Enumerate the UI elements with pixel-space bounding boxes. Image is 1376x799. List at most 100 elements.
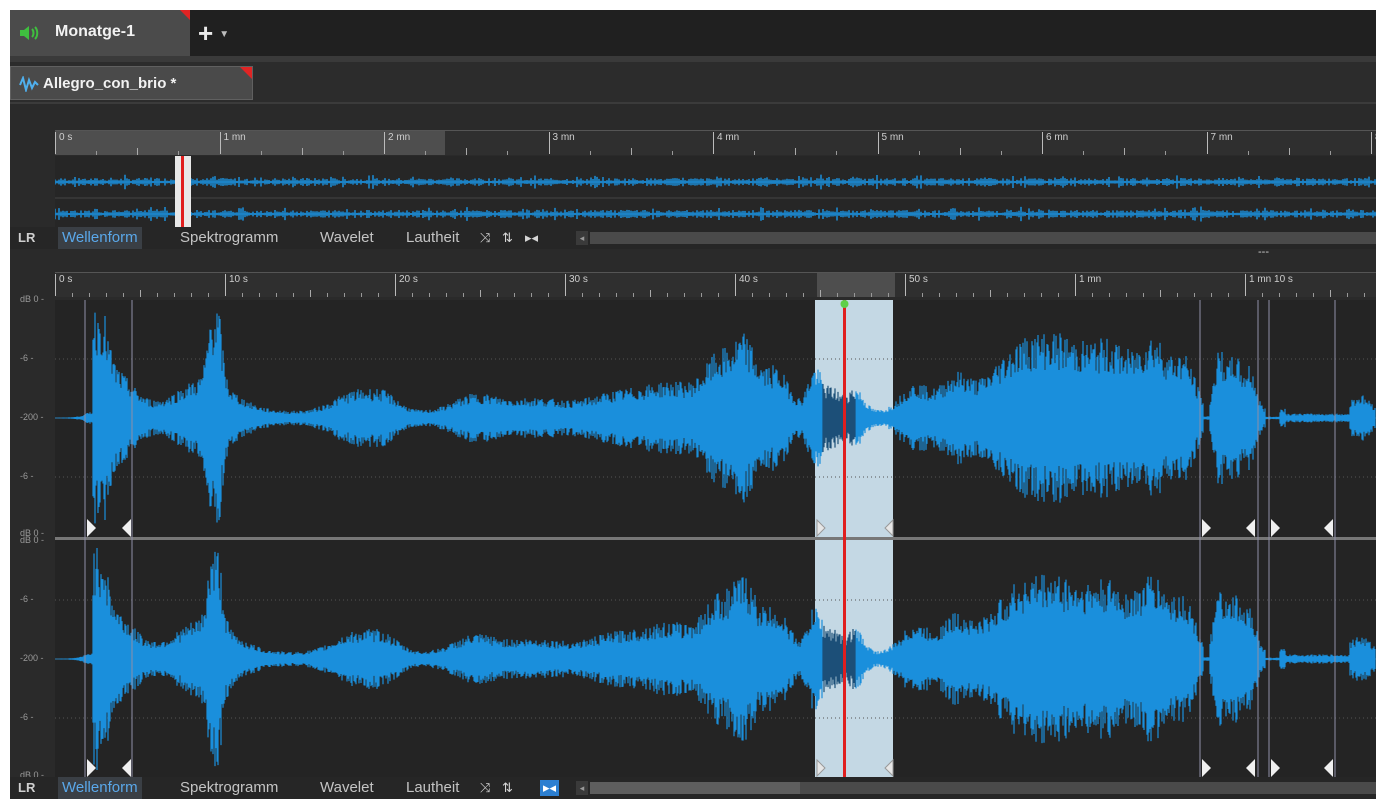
region-marker-handle: [1246, 519, 1255, 537]
ruler-tick: [106, 293, 107, 297]
db-scale-label: -6 -: [20, 353, 34, 363]
tab-wavelet[interactable]: Wavelet: [316, 777, 378, 799]
ruler-tick: [803, 293, 804, 297]
ruler-tick: [1024, 293, 1025, 297]
ruler-tick: [990, 290, 991, 297]
ruler-tick: [1126, 293, 1127, 297]
add-tab-button[interactable]: + ▼: [198, 18, 258, 48]
overview-waveform-graphic: [54, 156, 1376, 228]
region-marker-handle: [122, 519, 131, 537]
ruler-tick: [599, 293, 600, 297]
ruler-tick-label: 7 mn: [1206, 132, 1233, 154]
channel-waveform: [54, 312, 1376, 524]
tab-spektrogramm[interactable]: Spektrogramm: [176, 227, 282, 249]
scroll-left-icon[interactable]: ◂: [576, 231, 588, 245]
ruler-tick: [922, 293, 923, 297]
ruler-tick: [786, 293, 787, 297]
overview-waveform[interactable]: [54, 156, 1376, 228]
ruler-tick: [260, 151, 262, 155]
region-marker-handle: [1246, 759, 1255, 777]
ruler-tick: [630, 148, 632, 155]
speaker-icon: [18, 24, 40, 47]
loop-icon[interactable]: ▸◂: [540, 780, 560, 796]
region-marker-handle: [122, 759, 131, 777]
ruler-tick-label: 50 s: [905, 274, 928, 296]
ruler-tick: [582, 293, 583, 297]
ruler-tick-label: 4 mn: [713, 132, 739, 154]
ruler-tick: [754, 151, 756, 155]
ruler-tick: [361, 293, 362, 297]
overview-channel-wave: [54, 206, 1376, 222]
ruler-tick: [480, 290, 481, 297]
ruler-tick: [140, 290, 141, 297]
db-scale-label: dB 0 -: [20, 535, 45, 545]
file-tab[interactable]: Allegro_con_brio *: [10, 66, 253, 100]
tab-spektrogramm[interactable]: Spektrogramm: [176, 777, 282, 799]
tab-montage[interactable]: Monatge-1: [10, 10, 190, 56]
tab-montage-label: Monatge-1: [55, 23, 135, 40]
tab-lautheit[interactable]: Lautheit: [402, 777, 463, 799]
ruler-tick: [1143, 293, 1144, 297]
region-marker-handle: [1271, 759, 1280, 777]
region-marker-handle: [1324, 519, 1333, 537]
overview-scrollbar[interactable]: [590, 232, 1376, 244]
main-scrollbar-thumb[interactable]: [590, 782, 800, 794]
ruler-tick: [888, 293, 889, 297]
ruler-tick: [854, 293, 855, 297]
ruler-tick: [1247, 151, 1249, 155]
ruler-tick: [514, 293, 515, 297]
tab-wavelet[interactable]: Wavelet: [316, 227, 378, 249]
channel-waveform: [54, 547, 1376, 771]
ruler-tick: [1329, 151, 1331, 155]
ruler-tick: [752, 293, 753, 297]
ruler-tick: [548, 293, 549, 297]
ruler-tick: [378, 293, 379, 297]
ruler-tick: [589, 151, 591, 155]
ruler-tick: [1347, 293, 1348, 297]
ruler-tick: [531, 293, 532, 297]
ruler-tick: [1262, 293, 1263, 297]
ruler-tick: [96, 151, 98, 155]
loop-icon[interactable]: ▸◂: [525, 230, 538, 246]
check-icon[interactable]: ⤨: [480, 230, 490, 246]
db-scale-label: -200 -: [20, 412, 44, 422]
ruler-selection-range[interactable]: [817, 273, 895, 297]
ruler-tick: [671, 151, 673, 155]
ruler-tick: [795, 148, 797, 155]
main-waveform-view[interactable]: [54, 300, 1376, 778]
scroll-left-icon[interactable]: ◂: [576, 781, 588, 795]
swap-vertical-icon[interactable]: ⇅: [502, 230, 513, 246]
db-scale-label: -6 -: [20, 471, 34, 481]
cursor-head-icon: [840, 300, 849, 308]
tab-lautheit[interactable]: Lautheit: [402, 227, 463, 249]
channel-lr-label[interactable]: LR: [18, 230, 35, 245]
swap-vertical-icon[interactable]: ⇅: [502, 780, 513, 796]
ruler-tick: [1228, 293, 1229, 297]
ruler-tick: [1194, 293, 1195, 297]
ruler-tick: [463, 293, 464, 297]
check-icon[interactable]: ⤨: [480, 780, 490, 796]
tab-wellenform[interactable]: Wellenform: [58, 227, 142, 249]
ruler-tick: [344, 293, 345, 297]
ruler-tick-label: 1 mn: [1075, 274, 1101, 296]
ruler-tick: [276, 293, 277, 297]
chevron-down-icon[interactable]: ▼: [219, 29, 229, 40]
db-scale-label: -6 -: [20, 712, 34, 722]
tab-wellenform[interactable]: Wellenform: [58, 777, 142, 799]
ruler-tick: [89, 293, 90, 297]
ruler-tick: [342, 151, 344, 155]
ruler-tick: [1330, 290, 1331, 297]
ruler-tick: [918, 151, 920, 155]
region-marker-handle: [87, 759, 96, 777]
ruler-tick: [1000, 151, 1002, 155]
splitter-handle[interactable]: ---: [1258, 246, 1269, 258]
overview-time-ruler[interactable]: 0 s 1 mn 2 mn 3 mn 4 mn 5 mn 6 mn 7 mn 8: [55, 130, 1376, 155]
ruler-tick-label: 0 s: [55, 274, 72, 296]
ruler-tick: [871, 293, 872, 297]
main-time-ruler[interactable]: 0 s 10 s 20 s 30 s 40 s 50 s 1 mn 1 mn 10 s: [55, 272, 1376, 297]
file-bar-separator: [10, 102, 1376, 104]
channel-lr-label[interactable]: LR: [18, 780, 35, 795]
ruler-tick: [973, 293, 974, 297]
file-modified-indicator: [240, 67, 252, 79]
ruler-tick: [1211, 293, 1212, 297]
